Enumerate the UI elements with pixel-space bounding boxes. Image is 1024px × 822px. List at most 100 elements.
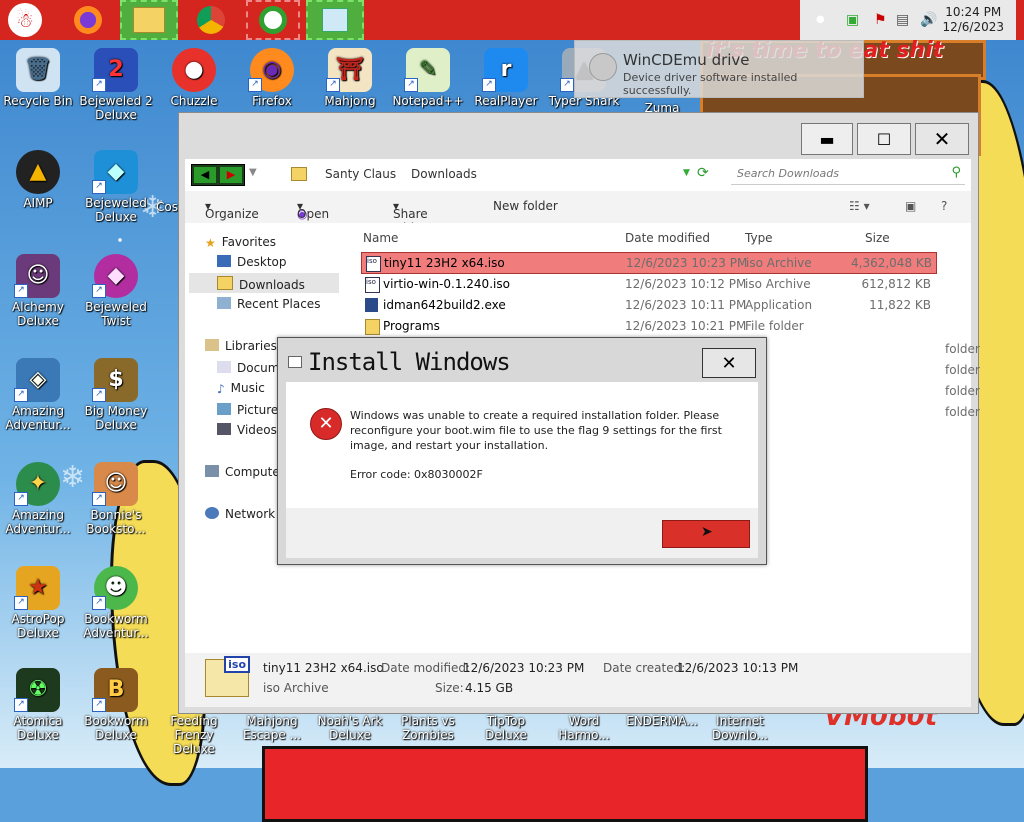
iso-file-icon: iso: [365, 277, 380, 293]
desktop-icon-label: TipTop Deluxe: [485, 714, 527, 742]
view-options-icon[interactable]: ☷ ▾: [849, 199, 870, 213]
ok-button[interactable]: ➤: [662, 520, 750, 548]
search-box[interactable]: Search Downloads ⚲: [731, 164, 965, 185]
taskbar-explorer[interactable]: [120, 0, 178, 40]
taskbar: ☃ ● ▣ ⚑ ▤ 🔊 10:24 PM 12/6/2023: [0, 0, 1024, 40]
new-folder-button[interactable]: New folder: [493, 199, 558, 213]
column-header-date[interactable]: Date modified: [625, 231, 710, 245]
desktop-icon-firefox[interactable]: ◉ ↗ Firefox: [234, 48, 310, 108]
minimize-button[interactable]: ▬: [801, 123, 853, 155]
file-row[interactable]: idman642build2.exe 12/6/2023 10:11 PM Ap…: [361, 295, 935, 315]
desktop-icon-bejeweled2[interactable]: 2 ↗ Bejeweled 2 Deluxe: [78, 48, 154, 122]
preview-pane-icon[interactable]: ▣: [905, 199, 916, 213]
desktop-icon-mahjong[interactable]: ⛩ ↗ Mahjong: [312, 48, 388, 108]
network-icon: [205, 507, 219, 519]
maximize-button[interactable]: ☐: [857, 123, 911, 155]
organize-label: Organize: [205, 207, 259, 221]
hidden-row-type: folder: [945, 342, 980, 356]
refresh-icon[interactable]: ⟳: [697, 165, 709, 181]
taskbar-chrome[interactable]: [186, 0, 236, 40]
file-row[interactable]: Programs 12/6/2023 10:21 PM File folder: [361, 316, 935, 336]
taskbar-firefox[interactable]: [66, 0, 110, 40]
back-icon[interactable]: ◀: [194, 167, 216, 183]
nav-videos[interactable]: Videos: [217, 423, 277, 437]
notification-balloon[interactable]: WinCDEmu drive Device driver software in…: [574, 40, 864, 98]
shortcut-arrow-icon: ↗: [14, 284, 28, 298]
history-dropdown-icon[interactable]: ▼: [249, 167, 257, 178]
nav-network[interactable]: Network: [205, 507, 275, 521]
taskbar-opera[interactable]: [246, 0, 300, 40]
desktop-icon-bookworm-deluxe[interactable]: B ↗ Bookworm Deluxe: [78, 668, 154, 742]
firefox-icon: [74, 6, 102, 34]
desktop-icon-recycle-bin[interactable]: 🗑 Recycle Bin: [0, 48, 76, 108]
nav-documents[interactable]: Docum: [217, 361, 279, 375]
nav-pictures[interactable]: Pictures: [217, 403, 285, 417]
desktop-icon-label: Big Money Deluxe: [84, 404, 148, 432]
nav-computer[interactable]: Compute: [205, 465, 280, 479]
wincdemu-tray-icon[interactable]: ▣: [846, 12, 859, 28]
help-icon[interactable]: ?: [941, 199, 947, 213]
file-type: File folder: [745, 319, 804, 333]
column-header-type[interactable]: Type: [745, 231, 773, 245]
file-name: virtio-win-0.1.240.iso: [383, 277, 510, 291]
volume-icon[interactable]: 🔊: [920, 12, 937, 28]
desktop-icon-label: Bookworm Deluxe: [84, 714, 148, 742]
shortcut-arrow-icon: ↗: [92, 596, 106, 610]
taskbar-installer[interactable]: [306, 0, 364, 40]
desktop-icon-label: Bookworm Adventur...: [83, 612, 149, 640]
nav-music[interactable]: ♪ Music: [217, 381, 265, 396]
desktop-icon-bejeweled-twist[interactable]: ◆ ↗ Bejeweled Twist: [78, 254, 154, 328]
search-icon[interactable]: ⚲: [951, 165, 961, 180]
desktop-icon-chuzzle[interactable]: ● Chuzzle: [156, 48, 232, 108]
shortcut-arrow-icon: ↗: [92, 492, 106, 506]
address-dropdown-icon[interactable]: ▼: [683, 168, 690, 178]
start-button[interactable]: ☃: [0, 0, 50, 40]
column-header-size[interactable]: Size: [865, 231, 890, 245]
network-icon[interactable]: ▤: [896, 12, 909, 28]
dialog-close-button[interactable]: ✕: [702, 348, 756, 378]
desktop-icon-amazing-adventures-1[interactable]: ◈ ↗ Amazing Adventur...: [0, 358, 76, 432]
desktop-icon-big-money[interactable]: $ ↗ Big Money Deluxe: [78, 358, 154, 432]
column-header-name[interactable]: Name: [363, 231, 398, 245]
forward-icon[interactable]: ▶: [220, 167, 242, 183]
details-modified-value: 12/6/2023 10:23 PM: [463, 661, 585, 675]
breadcrumb-santy-claus[interactable]: Santy Claus: [325, 167, 396, 181]
desktop-icon-notepadpp[interactable]: ✎ ↗ Notepad++: [390, 48, 466, 108]
shortcut-arrow-icon: ↗: [92, 284, 106, 298]
nav-libraries[interactable]: Libraries: [205, 339, 277, 353]
desktop-icon-alchemy[interactable]: ☺ ↗ Alchemy Deluxe: [0, 254, 76, 328]
desktop-icon-label: Internet Downlo...: [712, 714, 768, 742]
desktop-icon-partial[interactable]: Cos: [138, 200, 178, 214]
file-row[interactable]: iso virtio-win-0.1.240.iso 12/6/2023 10:…: [361, 274, 935, 294]
search-input[interactable]: Search Downloads: [737, 167, 839, 180]
close-button[interactable]: ✕: [915, 123, 969, 155]
back-forward-buttons[interactable]: ◀ ▶: [191, 164, 245, 186]
computer-icon: [205, 465, 219, 477]
details-created-label: Date created:: [603, 661, 686, 675]
file-row[interactable]: iso tiny11 23H2 x64.iso 12/6/2023 10:23 …: [361, 252, 937, 274]
share-with-button[interactable]: Share with ▾: [393, 199, 428, 235]
shortcut-arrow-icon: ↗: [14, 388, 28, 402]
error-icon: ✕: [310, 408, 342, 440]
flag-error-icon[interactable]: ⚑: [874, 12, 887, 28]
clock[interactable]: 10:24 PM 12/6/2023: [942, 5, 1004, 35]
nav-downloads[interactable]: Downloads: [189, 273, 339, 293]
desktop-icon-realplayer[interactable]: r ↗ RealPlayer: [468, 48, 544, 108]
desktop-icon-bonnies-bookstore[interactable]: ☺ ↗ Bonnie's Booksto...: [78, 462, 154, 536]
open-button[interactable]: ◉ Open ▾: [297, 199, 329, 221]
desktop-icon-aimp[interactable]: ▲ AIMP: [0, 150, 76, 210]
open-label: Open: [297, 207, 330, 221]
show-desktop-button[interactable]: [1016, 0, 1024, 40]
details-size-label: Size:: [435, 681, 464, 695]
nav-label: Recent Places: [237, 297, 321, 311]
desktop-icon-bookworm-adventures[interactable]: ☻ ↗ Bookworm Adventur...: [78, 566, 154, 640]
nav-desktop[interactable]: Desktop: [217, 255, 287, 269]
desktop-icon-label: Alchemy Deluxe: [12, 300, 64, 328]
nav-recent-places[interactable]: Recent Places: [217, 297, 320, 311]
breadcrumb-downloads[interactable]: Downloads: [411, 167, 477, 181]
desktop-icon-atomica[interactable]: ☢ ↗ Atomica Deluxe: [0, 668, 76, 742]
desktop-icon-astropop[interactable]: ★ ↗ AstroPop Deluxe: [0, 566, 76, 640]
nav-favorites[interactable]: ★ Favorites: [205, 235, 276, 250]
desktop-icon-amazing-adventures-2[interactable]: ✦ ↗ Amazing Adventur...: [0, 462, 76, 536]
organize-button[interactable]: Organize ▾: [205, 199, 259, 221]
